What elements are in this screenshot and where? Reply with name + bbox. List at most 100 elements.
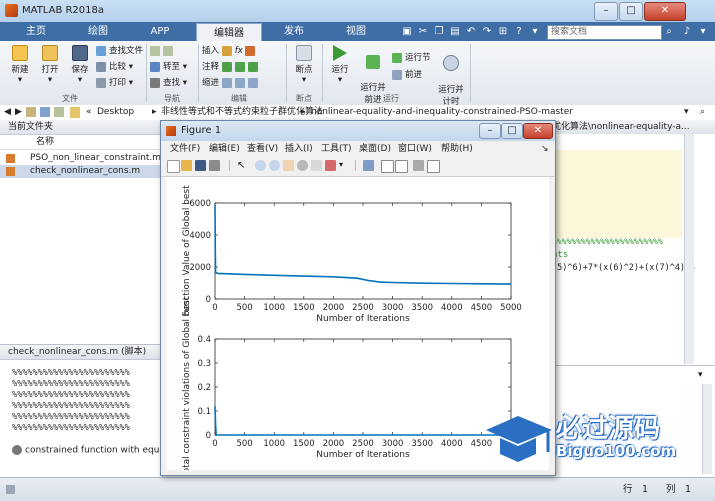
legend-icon[interactable] — [395, 160, 408, 173]
new-figure-icon[interactable] — [167, 160, 180, 173]
command-window-menu-icon[interactable]: ▾ — [698, 370, 703, 380]
menu-view[interactable]: 查看(V) — [247, 142, 278, 157]
open-button[interactable]: 打开 ▾ — [36, 45, 64, 85]
ribbon-options-icon[interactable]: ▾ — [696, 24, 710, 39]
colorbar-icon[interactable] — [381, 160, 394, 173]
tab-publish[interactable]: 发布 — [266, 22, 322, 41]
save-button[interactable]: 保存 ▾ — [66, 45, 94, 85]
dock-arrow-icon[interactable]: ↘ — [541, 142, 549, 157]
back-icon[interactable]: ◀ — [4, 105, 11, 120]
redo-quick-icon[interactable]: ↷ — [480, 24, 494, 39]
file-item-selected[interactable]: check_nonlinear_cons.m — [0, 165, 162, 178]
figure-close-button[interactable]: ✕ — [523, 123, 553, 139]
separator — [198, 44, 199, 102]
up-folder-icon[interactable] — [26, 107, 36, 117]
details-header: check_nonlinear_cons.m (脚本) — [0, 345, 162, 360]
menu-edit[interactable]: 编辑(E) — [209, 142, 240, 157]
new-file-icon — [12, 45, 28, 61]
tab-apps[interactable]: APP — [132, 22, 188, 41]
run-button[interactable]: 运行 ▾ — [326, 45, 354, 85]
copy-quick-icon[interactable]: ❐ — [432, 24, 446, 39]
forward-icon[interactable]: ▶ — [15, 105, 22, 120]
help-icon[interactable]: ? — [512, 24, 526, 39]
switch-windows-icon[interactable]: ⊞ — [496, 24, 510, 39]
find-button[interactable]: 查找 ▾ — [150, 76, 200, 90]
search-input[interactable]: 搜索文档 — [547, 25, 662, 40]
insert-button[interactable]: 插入 fx — [202, 44, 262, 58]
y-tick-label: 6000 — [189, 199, 211, 209]
find-files-button[interactable]: 查找文件 — [96, 44, 146, 58]
pan-hand-icon[interactable] — [283, 160, 294, 171]
figure-title-bar[interactable]: Figure 1 – □ ✕ — [161, 121, 555, 141]
x-tick-label: 1500 — [293, 439, 315, 449]
menu-desktop[interactable]: 桌面(D) — [359, 142, 391, 157]
close-button[interactable]: ✕ — [644, 2, 686, 21]
save-figure-icon[interactable] — [195, 160, 206, 171]
address-dropdown-icon[interactable]: ▾ — [684, 105, 689, 120]
figure-minimize-button[interactable]: – — [479, 123, 501, 139]
y-tick-label: 0.1 — [197, 407, 211, 417]
search-icon[interactable]: ⌕ — [662, 24, 676, 39]
name-column-header[interactable]: 名称 — [0, 135, 162, 150]
editor-scrollbar[interactable] — [684, 134, 694, 364]
save-disk-icon — [72, 45, 88, 61]
menu-tools[interactable]: 工具(T) — [321, 142, 352, 157]
tab-home[interactable]: 主页 — [8, 22, 64, 41]
print-figure-icon[interactable] — [209, 160, 220, 171]
undo-quick-icon[interactable]: ↶ — [464, 24, 478, 39]
brush-dropdown-icon[interactable]: ▾ — [339, 160, 350, 171]
notification-icon[interactable]: ♪ — [680, 24, 694, 39]
brush-icon[interactable] — [325, 160, 336, 171]
find-icon — [150, 77, 160, 88]
address-bar[interactable]: ◀ ▶ « Desktop ▸ 非线性等式和不等式约束粒子群优化算法 ▸ non… — [0, 105, 715, 121]
breadcrumb-root[interactable]: Desktop — [97, 105, 134, 120]
comment-percent-icon — [221, 61, 232, 72]
run-section-button[interactable]: 运行节 — [392, 51, 437, 65]
new-button[interactable]: 新建 ▾ — [6, 45, 34, 85]
breakpoint-button[interactable]: 断点 ▾ — [290, 45, 318, 85]
menu-window[interactable]: 窗口(W) — [398, 142, 432, 157]
browse-folder-icon[interactable] — [40, 107, 50, 117]
breadcrumb-folder1[interactable]: 非线性等式和不等式约束粒子群优化算法 — [161, 105, 323, 120]
paste-quick-icon[interactable]: ▤ — [448, 24, 462, 39]
show-tools-icon[interactable] — [427, 160, 440, 173]
folder-history-icon[interactable] — [54, 107, 64, 117]
x-tick-label: 500 — [236, 439, 252, 449]
zoom-out-icon[interactable] — [269, 160, 280, 171]
hide-tools-icon[interactable] — [413, 160, 424, 171]
run-time-button[interactable]: 运行并 计时 — [436, 45, 466, 107]
tab-editor[interactable]: 编辑器 — [196, 23, 262, 42]
y-axis-label: Total constraint violations of Global be… — [182, 296, 192, 470]
nav-arrows[interactable] — [150, 44, 190, 58]
minimize-button[interactable]: – — [594, 2, 618, 21]
indent-button[interactable]: 缩进 — [202, 76, 262, 90]
group-run-label: 运行 — [383, 94, 399, 103]
open-file-icon[interactable] — [181, 160, 192, 171]
link-plot-icon[interactable] — [363, 160, 374, 171]
advance-button[interactable]: 前进 — [392, 68, 437, 82]
address-search-icon[interactable]: ⌕ — [700, 105, 705, 120]
menu-file[interactable]: 文件(F) — [170, 142, 200, 157]
tab-plots[interactable]: 绘图 — [70, 22, 126, 41]
editor-area[interactable]: 优化算法\nonlinear-equality-a... %%%%%%%%%%%… — [552, 120, 715, 365]
dropdown-icon[interactable]: ▾ — [528, 24, 542, 39]
rotate-3d-icon[interactable] — [297, 160, 308, 171]
cut-quick-icon[interactable]: ✂ — [416, 24, 430, 39]
x-tick-label: 1000 — [263, 439, 285, 449]
breadcrumb-folder2[interactable]: nonlinear-equality-and-inequality-constr… — [311, 105, 573, 120]
figure-maximize-button[interactable]: □ — [501, 123, 523, 139]
zoom-in-icon[interactable] — [255, 160, 266, 171]
tab-view[interactable]: 视图 — [328, 22, 384, 41]
menu-help[interactable]: 帮助(H) — [441, 142, 473, 157]
data-cursor-icon[interactable] — [311, 160, 322, 171]
save-quick-icon[interactable]: ▣ — [400, 24, 414, 39]
find-files-icon — [96, 45, 106, 56]
print-button[interactable]: 打印 ▾ — [96, 76, 146, 90]
file-item[interactable]: PSO_non_linear_constraint.m — [0, 152, 162, 165]
compare-button[interactable]: 比较 ▾ — [96, 60, 146, 74]
goto-button[interactable]: 转至 ▾ — [150, 60, 200, 74]
pointer-icon[interactable]: ↖ — [237, 160, 248, 171]
comment-button[interactable]: 注释 — [202, 60, 262, 74]
maximize-button[interactable]: □ — [619, 2, 643, 21]
menu-insert[interactable]: 插入(I) — [285, 142, 313, 157]
